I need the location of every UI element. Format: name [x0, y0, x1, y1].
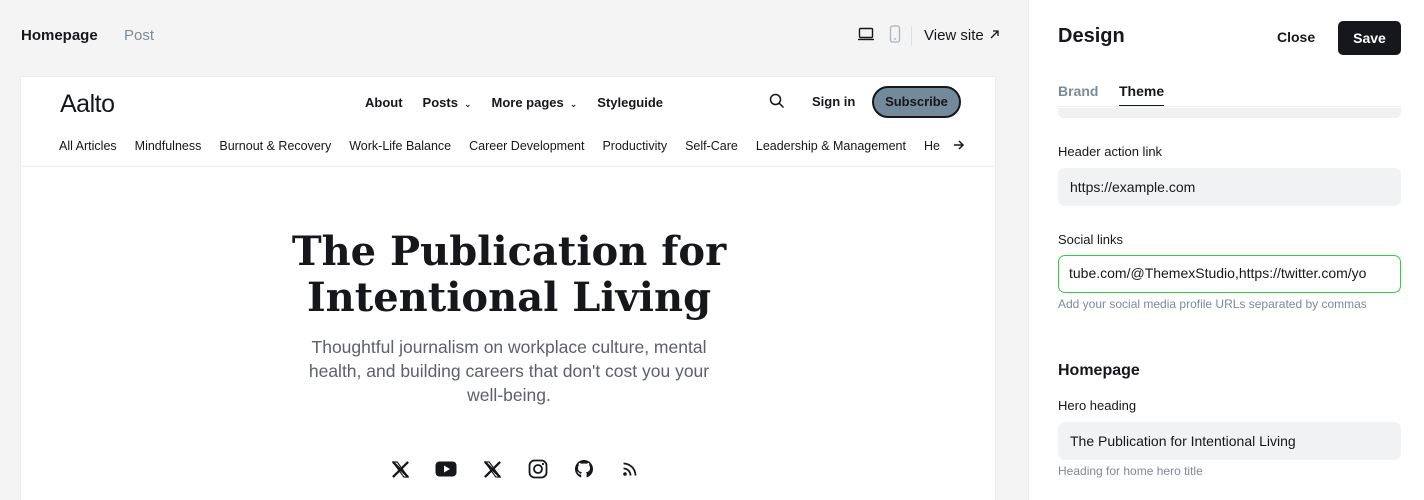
arrow-right-icon[interactable]: [953, 138, 965, 154]
tab-divider: [1058, 106, 1401, 107]
device-toggle: [857, 24, 901, 48]
mobile-icon[interactable]: [889, 24, 901, 48]
category-item[interactable]: He: [924, 139, 940, 153]
chevron-down-icon: ⌄: [569, 99, 578, 109]
github-icon[interactable]: [573, 458, 595, 480]
category-item[interactable]: Mindfulness: [135, 139, 202, 153]
rss-icon[interactable]: [619, 458, 641, 480]
youtube-icon[interactable]: [435, 458, 457, 480]
nav-posts[interactable]: Posts ⌄: [423, 95, 472, 110]
chevron-down-icon: ⌄: [463, 99, 472, 109]
x-icon[interactable]: [481, 458, 503, 480]
category-item[interactable]: Self-Care: [685, 139, 738, 153]
category-item[interactable]: All Articles: [59, 139, 117, 153]
hero-heading-input[interactable]: The Publication for Intentional Living: [1058, 422, 1401, 460]
panel-title: Design: [1058, 25, 1125, 47]
hero-heading-hint: Heading for home hero title: [1058, 464, 1203, 478]
hero-heading: The Publication for Intentional Living: [291, 228, 727, 321]
social-links-label: Social links: [1058, 232, 1124, 247]
tab-post[interactable]: Post: [124, 27, 154, 44]
category-item[interactable]: Work-Life Balance: [349, 139, 451, 153]
view-site-label: View site: [924, 27, 984, 44]
search-icon[interactable]: [769, 93, 785, 114]
sign-in-link[interactable]: Sign in: [812, 94, 855, 109]
header-action-link-label: Header action link: [1058, 144, 1163, 159]
homepage-section-title: Homepage: [1058, 362, 1140, 379]
view-site-link[interactable]: View site: [924, 27, 1000, 44]
social-icons: [389, 458, 641, 480]
tab-homepage[interactable]: Homepage: [21, 27, 98, 44]
category-item[interactable]: Productivity: [602, 139, 667, 153]
hero-heading-label: Hero heading: [1058, 398, 1137, 413]
subscribe-button[interactable]: Subscribe: [872, 86, 961, 118]
instagram-icon[interactable]: [527, 458, 549, 480]
tab-brand[interactable]: Brand: [1058, 83, 1098, 99]
previous-field-edge: [1058, 108, 1401, 118]
site-logo[interactable]: Aalto: [60, 90, 115, 119]
site-main-nav: About Posts ⌄ More pages ⌄ Styleguide: [365, 95, 663, 110]
category-item[interactable]: Burnout & Recovery: [219, 139, 331, 153]
design-panel: Design Close Save Brand Theme Header act…: [1028, 0, 1424, 500]
hero-subheading: Thoughtful journalism on workplace cultu…: [308, 337, 710, 405]
social-links-input[interactable]: tube.com/@ThemexStudio,https://twitter.c…: [1058, 255, 1401, 293]
nav-more-pages[interactable]: More pages ⌄: [492, 95, 578, 110]
save-button[interactable]: Save: [1338, 21, 1401, 55]
category-item[interactable]: Career Development: [469, 139, 584, 153]
header-action-link-input[interactable]: https://example.com: [1058, 168, 1401, 206]
external-arrow-icon: [989, 27, 1000, 44]
x-icon[interactable]: [389, 458, 411, 480]
category-item[interactable]: Leadership & Management: [756, 139, 906, 153]
category-list: All Articles Mindfulness Burnout & Recov…: [59, 139, 957, 153]
nav-about[interactable]: About: [365, 95, 403, 110]
close-button[interactable]: Close: [1277, 29, 1315, 45]
editor-preview-area: Homepage Post View site Aalto About Post…: [0, 0, 1028, 500]
tab-theme[interactable]: Theme: [1119, 83, 1165, 107]
category-nav: All Articles Mindfulness Burnout & Recov…: [21, 135, 995, 167]
desktop-icon[interactable]: [857, 26, 875, 47]
divider: [911, 26, 912, 46]
nav-styleguide[interactable]: Styleguide: [597, 95, 663, 110]
site-preview: Aalto About Posts ⌄ More pages ⌄ Styleguid…: [20, 76, 996, 500]
social-links-hint: Add your social media profile URLs separ…: [1058, 297, 1367, 311]
preview-topbar: Homepage Post View site: [0, 0, 1028, 72]
